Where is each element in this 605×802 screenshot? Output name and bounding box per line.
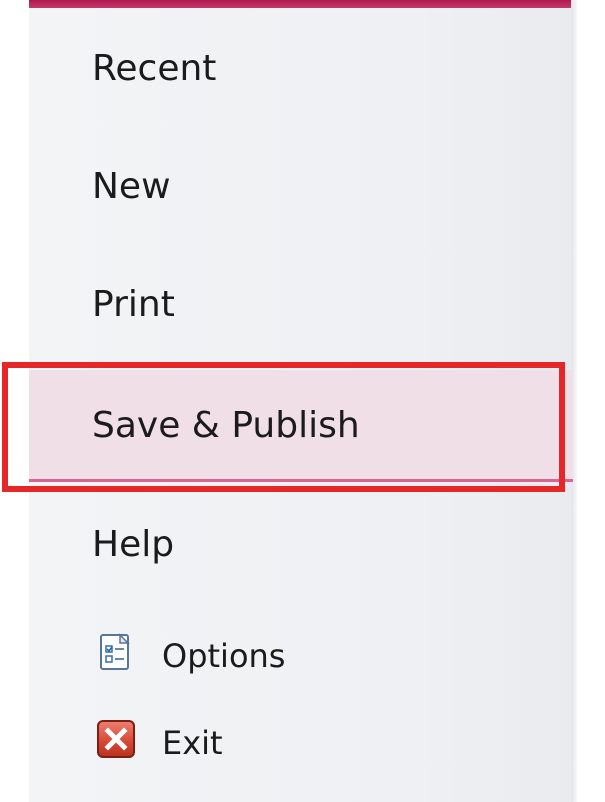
menu-item-label: Help xyxy=(92,524,175,565)
exit-label: Exit xyxy=(162,724,223,762)
menu-item-label: New xyxy=(92,166,171,207)
menu-item-save-publish[interactable]: Save & Publish xyxy=(29,370,573,482)
menu-item-label: Print xyxy=(92,284,175,325)
options-label: Options xyxy=(162,637,286,675)
menu-item-label: Recent xyxy=(92,48,217,89)
menu-item-options[interactable]: Options xyxy=(90,628,320,676)
options-icon xyxy=(100,633,130,670)
menu-item-label: Save & Publish xyxy=(92,405,360,446)
backstage-view: Recent New Print Save & Publish Help Opt… xyxy=(0,0,605,802)
exit-icon xyxy=(97,720,135,758)
menu-item-recent[interactable]: Recent xyxy=(29,36,573,106)
menu-item-help[interactable]: Help xyxy=(29,512,573,582)
menu-accent-bar xyxy=(29,0,573,8)
menu-item-exit[interactable]: Exit xyxy=(90,715,320,763)
menu-item-new[interactable]: New xyxy=(29,154,573,224)
menu-item-print[interactable]: Print xyxy=(29,272,573,342)
